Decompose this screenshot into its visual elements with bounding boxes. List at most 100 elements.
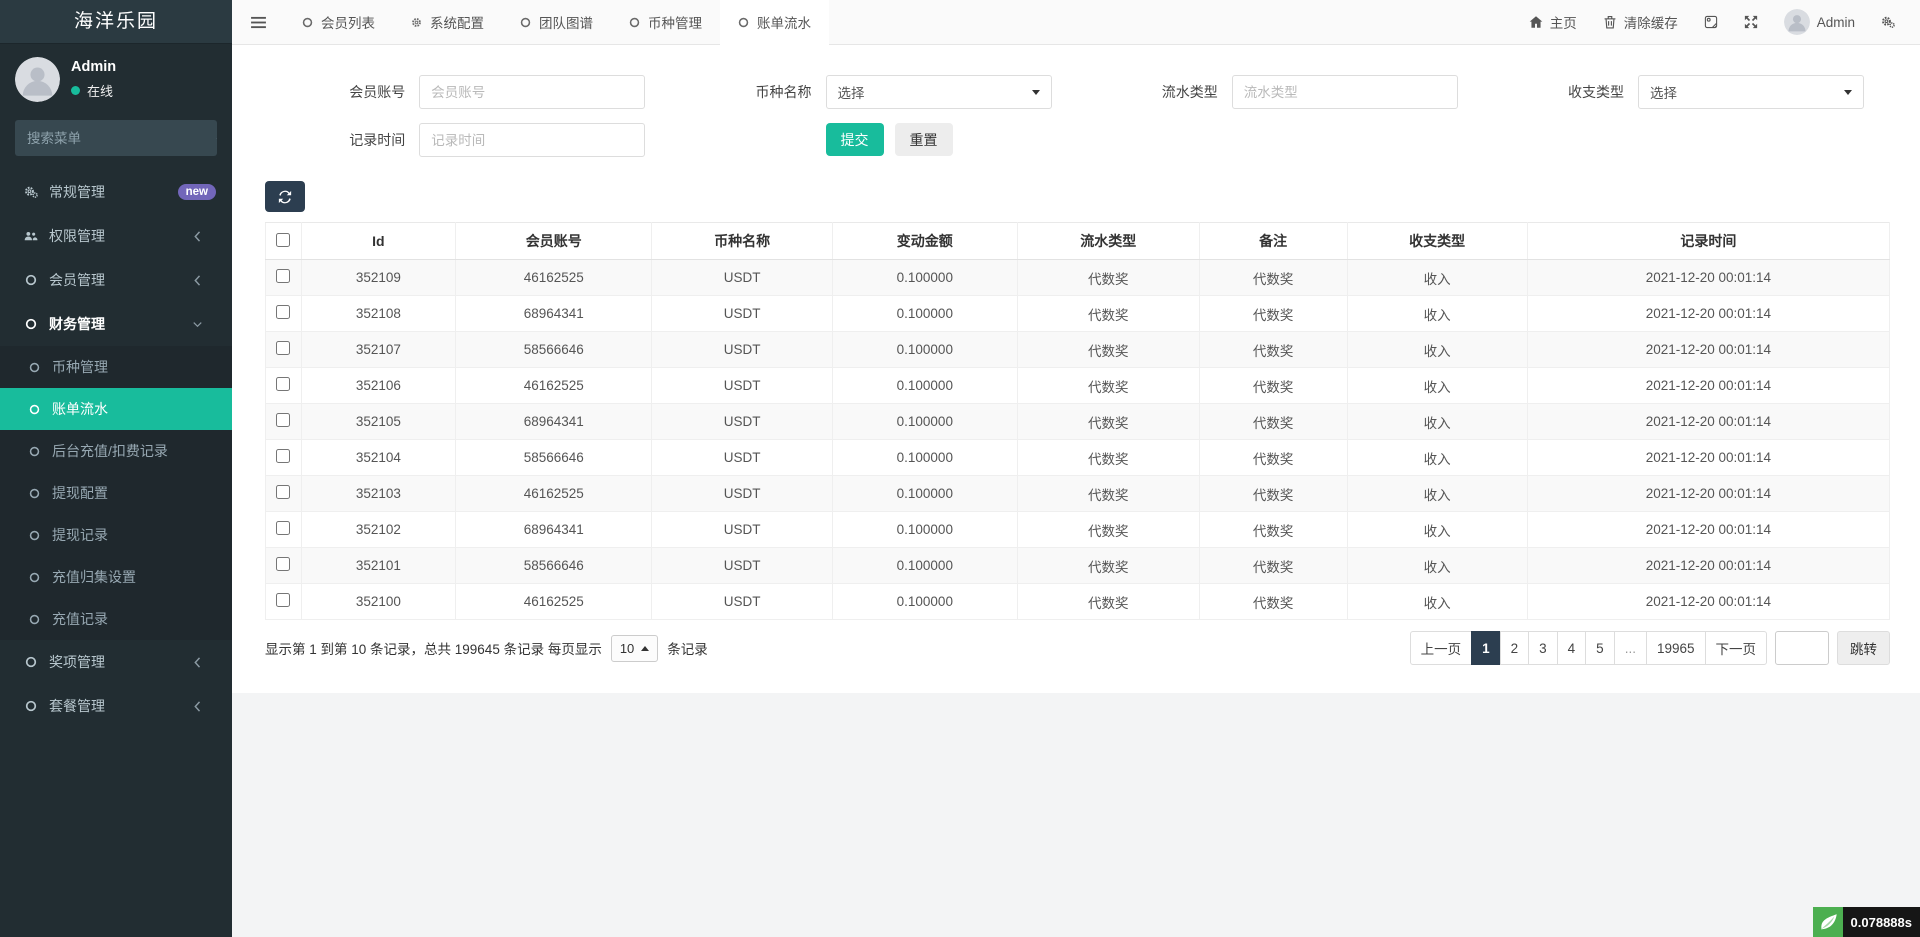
- sidebar-item-row[interactable]: 套餐管理: [0, 684, 232, 728]
- table-cell: 352103: [301, 476, 455, 512]
- table-cell: 收入: [1347, 476, 1527, 512]
- tab-账单流水[interactable]: 账单流水: [720, 0, 829, 45]
- navbar-user-name: Admin: [1817, 15, 1855, 30]
- sidebar-subitem[interactable]: 提现配置: [0, 472, 232, 514]
- filter-member-account: 会员账号: [265, 75, 671, 109]
- sidebar-subitem[interactable]: 充值归集设置: [0, 556, 232, 598]
- tab-label: 团队图谱: [539, 12, 593, 32]
- table-row: 35210646162525USDT0.100000代数奖代数奖收入2021-1…: [266, 368, 1890, 404]
- page-ellipsis: ...: [1614, 631, 1647, 665]
- sidebar-item-row[interactable]: 常规管理new: [0, 170, 232, 214]
- column-header: 备注: [1199, 223, 1347, 260]
- sidebar-item-row[interactable]: 财务管理: [0, 302, 232, 346]
- tab-团队图谱[interactable]: 团队图谱: [502, 0, 611, 44]
- table-cell: 352102: [301, 512, 455, 548]
- home-link[interactable]: 主页: [1516, 0, 1590, 44]
- reset-button[interactable]: 重置: [895, 123, 953, 156]
- content-filler: [232, 693, 1920, 937]
- search-icon[interactable]: [216, 120, 217, 156]
- page-size-dropdown[interactable]: 10: [611, 635, 658, 662]
- row-select-cell: [266, 440, 302, 476]
- table-cell: 代数奖: [1199, 368, 1347, 404]
- column-header: 币种名称: [652, 223, 832, 260]
- table-cell: 收入: [1347, 584, 1527, 620]
- copy-button[interactable]: [1691, 0, 1731, 44]
- home-label: 主页: [1550, 12, 1577, 32]
- sidebar-subitem[interactable]: 后台充值/扣费记录: [0, 430, 232, 472]
- row-checkbox[interactable]: [276, 413, 290, 427]
- sidebar-item-row[interactable]: 奖项管理: [0, 640, 232, 684]
- prev-page-button[interactable]: 上一页: [1410, 631, 1473, 665]
- member-account-input[interactable]: [419, 75, 645, 109]
- table-cell: 代数奖: [1199, 548, 1347, 584]
- sidebar-item-row[interactable]: 会员管理: [0, 258, 232, 302]
- sidebar-search: [15, 120, 217, 156]
- next-page-button[interactable]: 下一页: [1705, 631, 1768, 665]
- refresh-button[interactable]: [265, 181, 305, 212]
- jump-page-input[interactable]: [1775, 631, 1829, 665]
- records-table: Id会员账号币种名称变动金额流水类型备注收支类型记录时间 35210946162…: [265, 222, 1890, 620]
- table-cell: 46162525: [455, 476, 652, 512]
- table-row: 35210568964341USDT0.100000代数奖代数奖收入2021-1…: [266, 404, 1890, 440]
- sidebar-subitem[interactable]: 账单流水: [0, 388, 232, 430]
- tab-系统配置[interactable]: 系统配置: [393, 0, 502, 44]
- record-time-label: 记录时间: [265, 130, 419, 150]
- row-checkbox[interactable]: [276, 449, 290, 463]
- row-checkbox[interactable]: [276, 377, 290, 391]
- app-root: 海洋乐园 Admin 在线 常规管理new权限管理会员管理财务管理币种管理账单流…: [0, 0, 1920, 937]
- table-cell: 代数奖: [1017, 404, 1199, 440]
- sidebar-subitem[interactable]: 提现记录: [0, 514, 232, 556]
- row-checkbox[interactable]: [276, 341, 290, 355]
- tab-label: 会员列表: [321, 12, 375, 32]
- top-navbar: 会员列表 系统配置 团队图谱币种管理账单流水 主页 清除缓存: [232, 0, 1920, 45]
- settings-button[interactable]: [1868, 0, 1908, 44]
- clear-cache-link[interactable]: 清除缓存: [1590, 0, 1691, 44]
- currency-select[interactable]: 选择: [826, 75, 1052, 109]
- inout-type-select[interactable]: 选择: [1638, 75, 1864, 109]
- table-cell: USDT: [652, 404, 832, 440]
- tab-label: 系统配置: [430, 12, 484, 32]
- row-select-cell: [266, 368, 302, 404]
- menu-search-input[interactable]: [15, 120, 216, 156]
- user-menu[interactable]: Admin: [1771, 0, 1868, 44]
- record-time-input[interactable]: [419, 123, 645, 157]
- filter-inout-type: 收支类型 选择: [1484, 75, 1890, 109]
- page-button-1[interactable]: 1: [1471, 631, 1501, 665]
- sidebar-item-finance: 财务管理币种管理账单流水后台充值/扣费记录提现配置提现记录充值归集设置充值记录: [0, 302, 232, 640]
- page-button-3[interactable]: 3: [1528, 631, 1558, 665]
- submit-button[interactable]: 提交: [826, 123, 884, 156]
- jump-button[interactable]: 跳转: [1837, 631, 1890, 665]
- sidebar-item-general: 常规管理new: [0, 170, 232, 214]
- row-checkbox[interactable]: [276, 269, 290, 283]
- page-button-4[interactable]: 4: [1557, 631, 1587, 665]
- tab-币种管理[interactable]: 币种管理: [611, 0, 720, 44]
- sidebar-toggle-icon[interactable]: [232, 0, 284, 44]
- filter-row-2: 记录时间 提交 重置: [265, 123, 1890, 157]
- page-button-19965[interactable]: 19965: [1646, 631, 1706, 665]
- chevron-left-icon: [188, 657, 207, 668]
- row-checkbox[interactable]: [276, 521, 290, 535]
- table-cell: 收入: [1347, 332, 1527, 368]
- table-cell: 352106: [301, 368, 455, 404]
- fullscreen-button[interactable]: [1731, 0, 1771, 44]
- fullscreen-icon: [1744, 15, 1758, 29]
- flow-type-input[interactable]: [1232, 75, 1458, 109]
- table-cell: 0.100000: [832, 368, 1017, 404]
- table-cell: 46162525: [455, 368, 652, 404]
- table-cell: 68964341: [455, 404, 652, 440]
- row-checkbox[interactable]: [276, 557, 290, 571]
- new-badge: new: [178, 184, 216, 200]
- sidebar-item-row[interactable]: 权限管理: [0, 214, 232, 258]
- user-panel: Admin 在线: [0, 44, 232, 113]
- select-all-checkbox[interactable]: [276, 233, 290, 247]
- page-button-2[interactable]: 2: [1500, 631, 1530, 665]
- tab-会员列表[interactable]: 会员列表: [284, 0, 393, 44]
- table-cell: 0.100000: [832, 404, 1017, 440]
- row-checkbox[interactable]: [276, 593, 290, 607]
- sidebar-subitem[interactable]: 币种管理: [0, 346, 232, 388]
- row-checkbox[interactable]: [276, 305, 290, 319]
- page-button-5[interactable]: 5: [1585, 631, 1615, 665]
- sidebar-subitem-label: 账单流水: [52, 399, 108, 419]
- sidebar-subitem[interactable]: 充值记录: [0, 598, 232, 640]
- row-checkbox[interactable]: [276, 485, 290, 499]
